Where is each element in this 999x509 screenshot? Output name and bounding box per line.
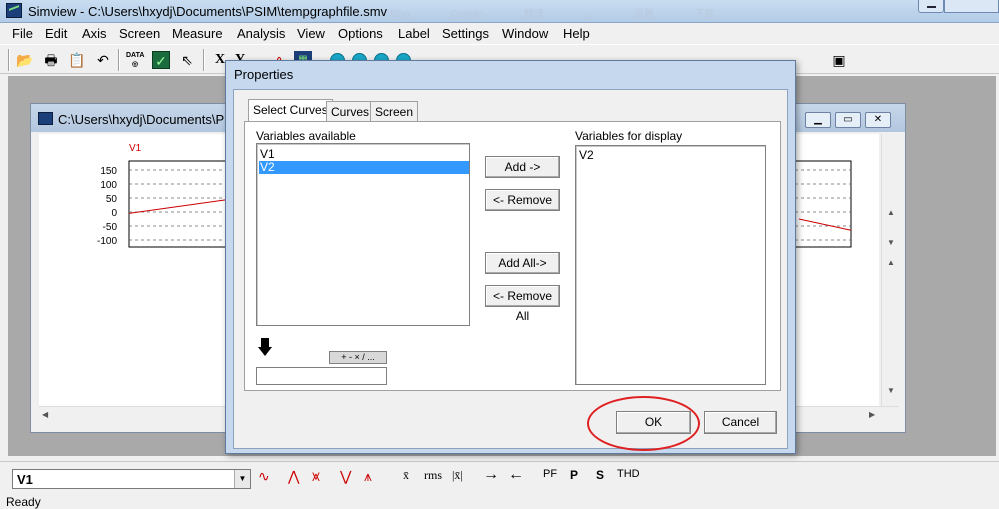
add-button[interactable]: Add -> <box>485 156 560 178</box>
menu-bar: File Edit Axis Screen Measure Analysis V… <box>0 23 999 44</box>
list-item[interactable]: V1 <box>259 148 469 161</box>
toolbar-separator <box>203 49 205 71</box>
average-button[interactable]: x̄ <box>403 468 409 483</box>
menu-settings[interactable]: Settings <box>442 26 489 41</box>
arrow-right-icon[interactable]: → <box>483 466 499 484</box>
background-tabs: Bing Google 翻译 ... 设置 下载 <box>390 5 753 20</box>
thd-button[interactable]: THD <box>617 468 640 480</box>
p-button[interactable]: P <box>570 468 578 482</box>
variables-available-list[interactable]: V1 V2 <box>256 143 470 326</box>
ghost-tab: ... <box>584 9 593 20</box>
min-max-icon[interactable]: ∿ <box>258 468 270 485</box>
menu-edit[interactable]: Edit <box>45 26 67 41</box>
ghost-tab: 翻译 <box>523 9 544 20</box>
clipboard-icon[interactable]: 📋 <box>68 51 86 69</box>
window-title: Simview - C:\Users\hxydj\Documents\PSIM\… <box>28 4 388 19</box>
y-tick-label: -50 <box>103 222 118 233</box>
print-icon[interactable]: 🖶 <box>42 51 60 69</box>
scroll-right-icon[interactable]: ▶ <box>869 410 875 419</box>
down-arrow-icon[interactable] <box>258 338 272 356</box>
maximize-button[interactable] <box>944 0 999 13</box>
child-minimize-button[interactable]: ▁ <box>805 112 831 128</box>
pf-button[interactable]: PF <box>543 468 557 480</box>
scroll-up-icon[interactable]: ▲ <box>887 208 895 217</box>
peak-multi-icon[interactable]: ⩙ <box>312 468 320 485</box>
undo-icon[interactable]: ↶ <box>94 51 112 69</box>
scroll-left-icon[interactable]: ◀ <box>42 410 48 419</box>
window-tile-icon[interactable]: ▣ <box>830 51 848 69</box>
y-tick-label: 100 <box>100 180 117 191</box>
minimize-button[interactable] <box>918 0 944 13</box>
menu-measure[interactable]: Measure <box>172 26 223 41</box>
cursor-icon[interactable]: ⇖ <box>178 51 196 69</box>
dialog-title: Properties <box>234 67 294 82</box>
variables-display-list[interactable]: V2 <box>575 145 766 385</box>
series-line-segment <box>798 218 852 231</box>
remove-button[interactable]: <- Remove <box>485 189 560 211</box>
available-label: Variables available <box>256 129 356 143</box>
toolbar-separator <box>118 49 120 71</box>
scroll-down-icon[interactable]: ▼ <box>887 238 895 247</box>
add-all-button[interactable]: Add All-> <box>485 252 560 274</box>
menu-axis[interactable]: Axis <box>82 26 107 41</box>
menu-help[interactable]: Help <box>563 26 590 41</box>
variable-select-value: V1 <box>17 472 33 487</box>
valley-multi-icon[interactable]: ⩚ <box>364 468 372 485</box>
child-restore-button[interactable]: ▭ <box>835 112 861 128</box>
display-label: Variables for display <box>575 129 683 143</box>
y-tick-label: 150 <box>100 166 117 177</box>
menu-file[interactable]: File <box>12 26 33 41</box>
ghost-tab: Google <box>450 9 484 20</box>
peak-icon[interactable]: ⋀ <box>288 468 299 485</box>
y-tick-label: 50 <box>106 194 118 205</box>
menu-window[interactable]: Window <box>502 26 548 41</box>
variable-select[interactable]: V1 ▼ <box>12 469 251 489</box>
vertical-scrollbar[interactable]: ▲ ▼ ▲ ▼ <box>881 134 899 406</box>
series-label: V1 <box>129 143 142 154</box>
child-close-button[interactable]: ✕ <box>865 112 891 128</box>
remove-all-button[interactable]: <- Remove All <box>485 285 560 323</box>
menu-analysis[interactable]: Analysis <box>237 26 285 41</box>
operators-strip[interactable]: + - × / ... <box>329 351 387 364</box>
scroll-up-icon[interactable]: ▲ <box>887 258 895 267</box>
tab-curves[interactable]: Curves <box>326 101 375 121</box>
tab-screen[interactable]: Screen <box>370 101 419 121</box>
scroll-down-icon[interactable]: ▼ <box>887 386 895 395</box>
list-item[interactable]: V2 <box>578 149 763 162</box>
y-tick-label: -100 <box>97 236 117 247</box>
menu-label[interactable]: Label <box>398 26 430 41</box>
graph-icon[interactable]: ✓ <box>152 51 170 69</box>
status-bar <box>0 494 999 509</box>
data-icon[interactable]: DATA ◎ <box>126 51 144 69</box>
cancel-button[interactable]: Cancel <box>704 411 777 434</box>
menu-options[interactable]: Options <box>338 26 383 41</box>
data-label: DATA <box>126 52 145 59</box>
menu-view[interactable]: View <box>297 26 325 41</box>
valley-icon[interactable]: ⋁ <box>340 468 351 485</box>
arrow-left-icon[interactable]: ← <box>508 466 524 484</box>
tab-select-curves[interactable]: Select Curves <box>248 99 333 121</box>
rms-button[interactable]: rms <box>424 468 442 483</box>
open-icon[interactable]: 📂 <box>16 51 34 69</box>
red-highlight-circle <box>587 396 700 451</box>
status-text: Ready <box>6 495 41 509</box>
series-line-segment <box>128 198 230 214</box>
s-button[interactable]: S <box>596 468 604 482</box>
ghost-tab: 设置 <box>633 9 654 20</box>
abs-average-button[interactable]: |x̄| <box>452 468 463 483</box>
list-item-selected[interactable]: V2 <box>259 161 469 174</box>
ghost-tab: 下载 <box>694 9 715 20</box>
y-tick-label: 0 <box>111 208 117 219</box>
simview-app-icon <box>6 3 22 18</box>
expression-input[interactable] <box>256 367 387 385</box>
menu-screen[interactable]: Screen <box>119 26 160 41</box>
ghost-tab: Bing <box>390 9 411 20</box>
graph-window-icon <box>38 112 53 125</box>
chevron-down-icon[interactable]: ▼ <box>234 470 250 488</box>
toolbar-separator <box>8 49 10 71</box>
